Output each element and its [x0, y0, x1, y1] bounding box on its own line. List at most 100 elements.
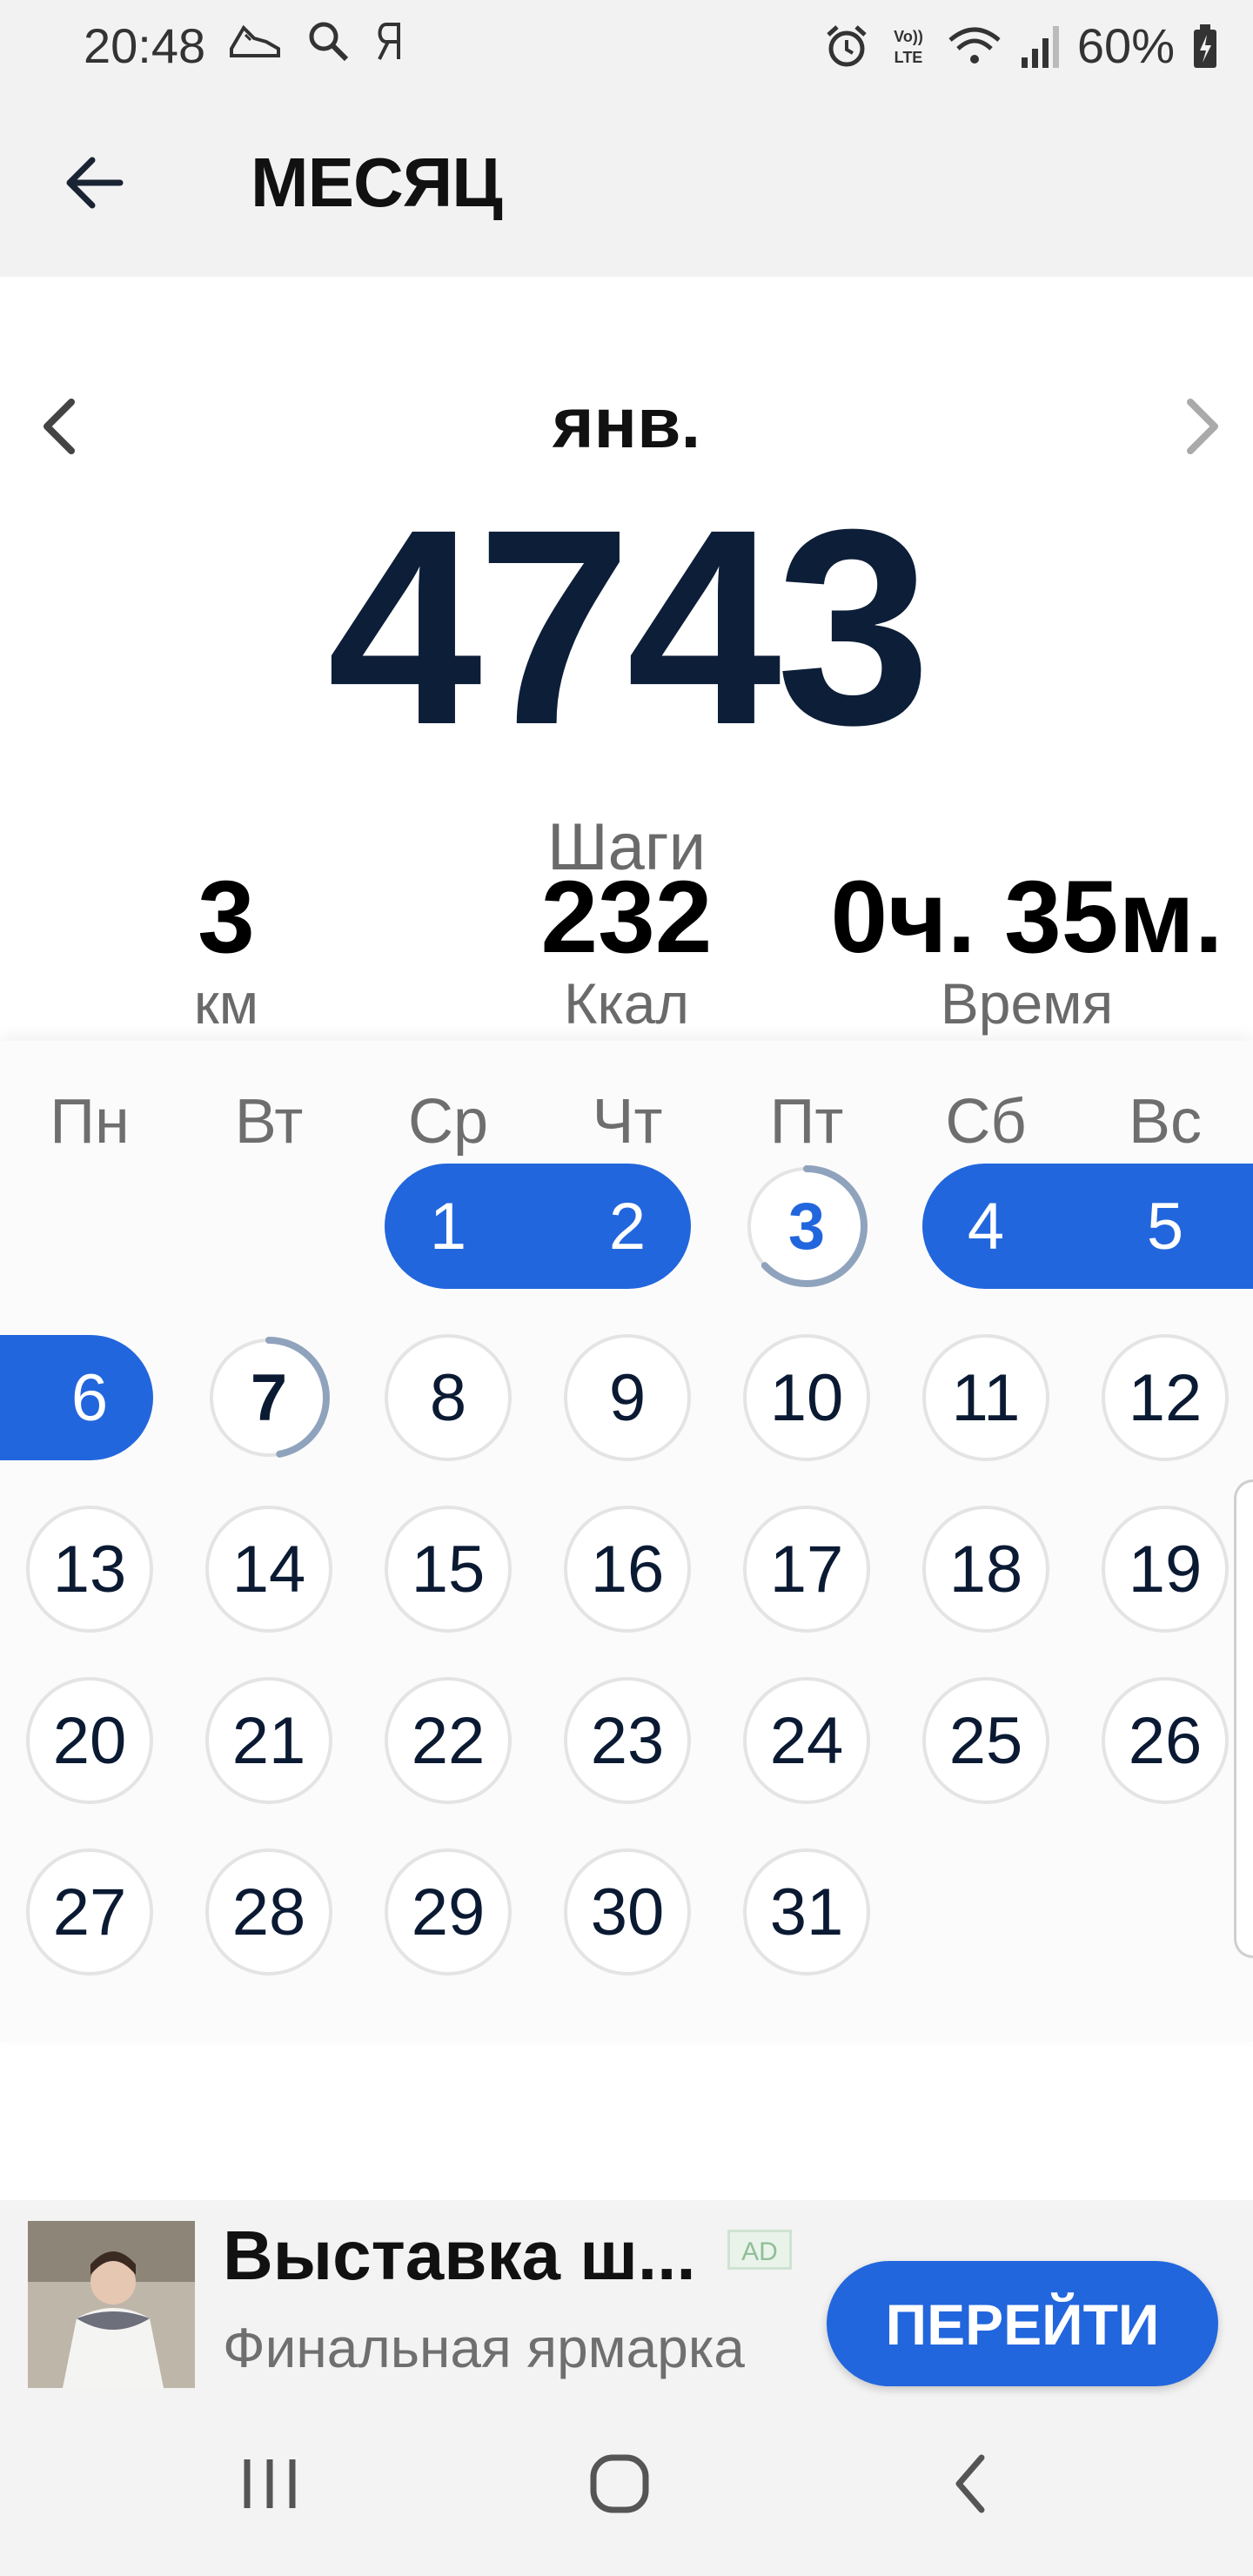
calendar-day-number: 2 — [608, 1189, 647, 1264]
wifi-icon — [948, 27, 1001, 64]
calendar-day-18[interactable]: 18 — [922, 1506, 1049, 1633]
alarm-icon — [827, 24, 867, 66]
weekday-header: Вт — [234, 1087, 304, 1157]
total-steps: 4743 — [327, 471, 931, 782]
calendar-day-30[interactable]: 30 — [564, 1848, 691, 1976]
calendar-day-13[interactable]: 13 — [26, 1506, 153, 1633]
calendar-day-number: 1 — [429, 1189, 467, 1264]
calendar-day-17[interactable]: 17 — [743, 1506, 870, 1633]
ad-badge: AD — [727, 2230, 792, 2270]
calendar-day-number: 12 — [1128, 1360, 1203, 1435]
calendar-day-25[interactable]: 25 — [922, 1677, 1049, 1804]
calendar-day-14[interactable]: 14 — [205, 1506, 332, 1633]
search-icon — [309, 22, 349, 62]
calendar-day-number: 19 — [1128, 1532, 1203, 1607]
calendar-day-21[interactable]: 21 — [205, 1677, 332, 1804]
weekday-header: Пт — [769, 1087, 844, 1157]
calendar-day-10[interactable]: 10 — [743, 1334, 870, 1461]
signal-icon — [1021, 25, 1059, 68]
calendar-day-28[interactable]: 28 — [205, 1848, 332, 1976]
home-button[interactable] — [567, 2440, 672, 2527]
calendar-day-3[interactable]: 3 — [743, 1163, 870, 1290]
calories-stat: 232 Ккал — [418, 860, 835, 1036]
calendar-day-number: 13 — [52, 1532, 127, 1607]
calendar-day-4[interactable]: 4 — [922, 1163, 1049, 1290]
calendar-day-12[interactable]: 12 — [1102, 1334, 1229, 1461]
calendar-day-20[interactable]: 20 — [26, 1677, 153, 1804]
calories-value: 232 — [540, 860, 713, 975]
calendar-day-8[interactable]: 8 — [385, 1334, 512, 1461]
calendar-day-27[interactable]: 27 — [26, 1848, 153, 1976]
month-calendar: Пн Вт Ср Чт Пт Сб Вс 1 2 3 4 5 6 7 8 9 10 11 12 13 14… — [0, 1041, 1253, 2042]
status-bar: 20:48 Vo)) LTE 60% — [0, 0, 1253, 87]
weekday-header: Вс — [1128, 1087, 1203, 1157]
calendar-day-number: 27 — [52, 1875, 127, 1949]
calendar-day-9[interactable]: 9 — [564, 1334, 691, 1461]
calendar-day-19[interactable]: 19 — [1102, 1506, 1229, 1633]
system-nav-bar — [0, 2397, 1253, 2576]
calendar-day-number: 28 — [231, 1875, 306, 1949]
calendar-day-number: 24 — [769, 1703, 844, 1778]
ad-image — [28, 2221, 195, 2388]
app-bar: МЕСЯЦ — [0, 87, 1253, 277]
volte-icon: Vo)) LTE — [894, 28, 923, 66]
status-notification-icons — [228, 19, 405, 63]
distance-stat: 3 км — [17, 861, 435, 1036]
calendar-day-number: 15 — [411, 1532, 486, 1607]
calendar-day-number: 21 — [231, 1703, 306, 1778]
calendar-day-number: 6 — [70, 1360, 109, 1435]
status-time: 20:48 — [84, 18, 206, 73]
weekday-header: Чт — [592, 1087, 663, 1157]
month-label: янв. — [552, 384, 701, 463]
battery-percent: 60% — [1076, 18, 1175, 73]
calendar-day-23[interactable]: 23 — [564, 1677, 691, 1804]
svg-text:LTE: LTE — [895, 49, 923, 66]
recent-apps-button[interactable] — [218, 2440, 322, 2527]
status-system-icons: Vo)) LTE 60% — [823, 17, 1218, 74]
calories-label: Ккал — [564, 970, 689, 1036]
shoe-icon — [230, 24, 280, 57]
calendar-day-number: 14 — [231, 1532, 306, 1607]
calendar-day-number: 16 — [590, 1532, 665, 1607]
battery-charging-icon — [1194, 23, 1216, 68]
calendar-day-31[interactable]: 31 — [743, 1848, 870, 1976]
back-arrow-icon — [66, 157, 124, 209]
next-month-button[interactable] — [1157, 374, 1244, 479]
ad-banner[interactable]: Выставка ш... AD Финальная ярмарка меха … — [0, 2200, 1253, 2397]
calendar-day-29[interactable]: 29 — [385, 1848, 512, 1976]
calendar-day-7[interactable]: 7 — [205, 1334, 332, 1461]
calendar-day-6[interactable]: 6 — [26, 1334, 153, 1461]
calendar-day-1[interactable]: 1 — [385, 1163, 512, 1290]
calendar-day-number: 5 — [1146, 1189, 1184, 1264]
page-title: МЕСЯЦ — [251, 144, 503, 221]
calendar-day-number: 4 — [967, 1189, 1005, 1264]
calendar-day-24[interactable]: 24 — [743, 1677, 870, 1804]
calendar-day-number: 9 — [608, 1360, 647, 1435]
ad-cta-button[interactable]: ПЕРЕЙТИ — [827, 2261, 1218, 2386]
calendar-day-number: 8 — [429, 1360, 467, 1435]
scroll-handle[interactable] — [1234, 1479, 1253, 1958]
calendar-day-11[interactable]: 11 — [922, 1334, 1049, 1461]
time-value: 0ч. 35м. — [830, 860, 1223, 975]
distance-label: км — [193, 970, 259, 1036]
calendar-day-2[interactable]: 2 — [564, 1163, 691, 1290]
calendar-day-5[interactable]: 5 — [1102, 1163, 1229, 1290]
home-icon — [590, 2454, 649, 2513]
calendar-day-number: 17 — [769, 1532, 844, 1607]
calendar-day-26[interactable]: 26 — [1102, 1677, 1229, 1804]
calendar-day-15[interactable]: 15 — [385, 1506, 512, 1633]
calendar-day-number: 30 — [590, 1875, 665, 1949]
nav-back-icon — [955, 2454, 985, 2513]
calendar-day-number: 31 — [769, 1875, 844, 1949]
calendar-day-22[interactable]: 22 — [385, 1677, 512, 1804]
ad-description: Финальная ярмарка меха Ки... — [223, 2317, 745, 2397]
svg-text:Vo)): Vo)) — [894, 28, 923, 45]
weekday-header: Пн — [50, 1087, 130, 1157]
back-button[interactable] — [52, 139, 139, 226]
nav-back-button[interactable] — [919, 2440, 1023, 2527]
weekday-header: Ср — [407, 1087, 489, 1157]
yandex-icon — [378, 23, 400, 60]
ad-title: Выставка ш... — [223, 2217, 696, 2294]
weekday-header: Сб — [945, 1087, 1027, 1157]
calendar-day-16[interactable]: 16 — [564, 1506, 691, 1633]
